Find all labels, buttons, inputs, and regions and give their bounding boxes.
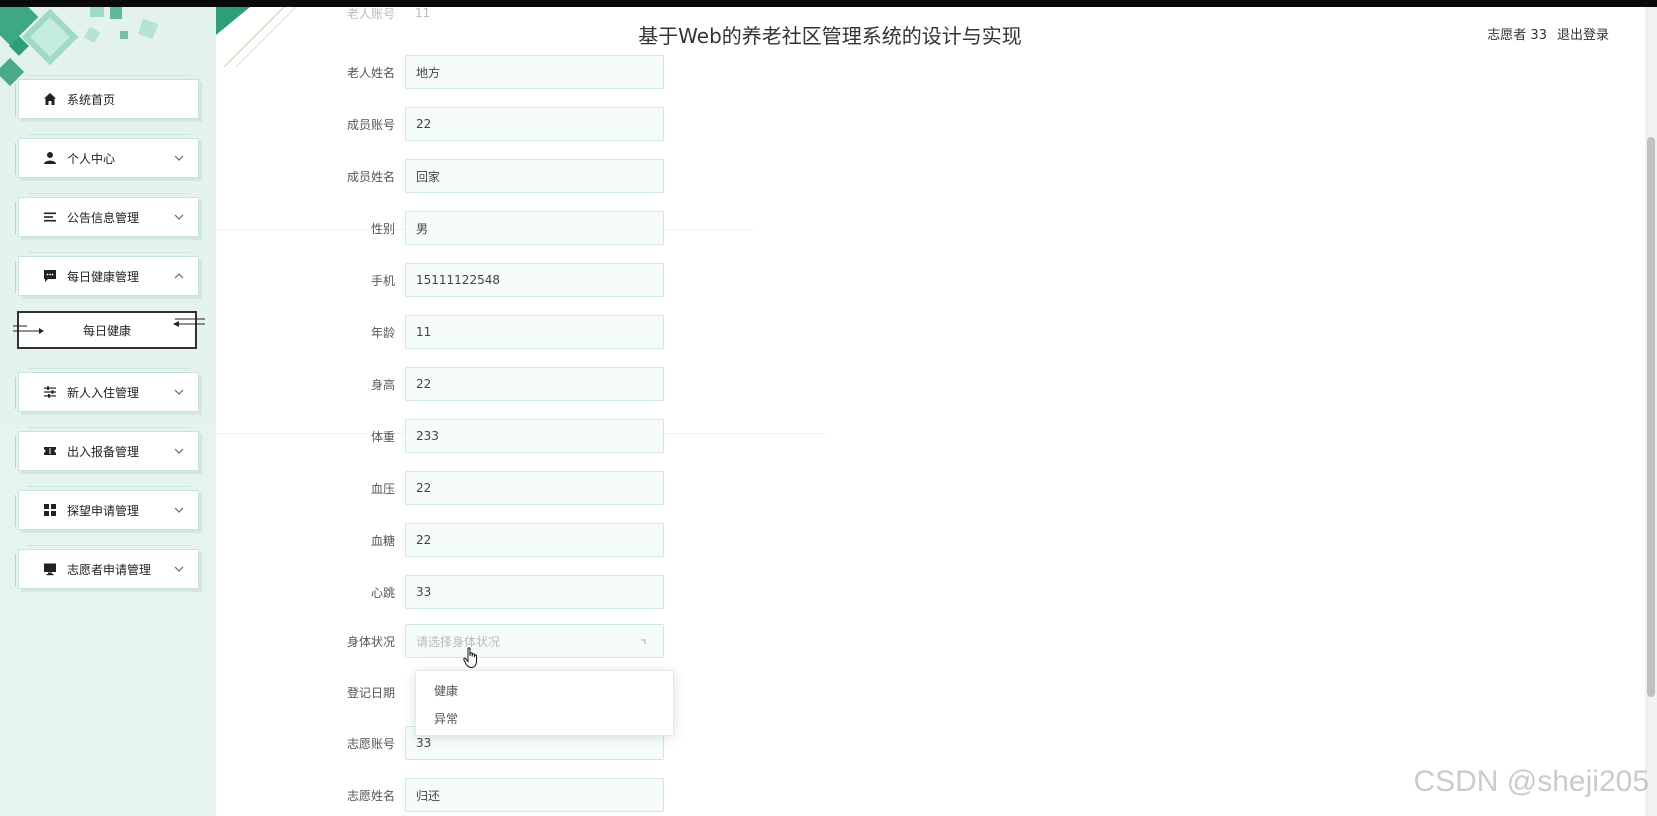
form-input[interactable]: 233 — [405, 419, 664, 453]
person-icon — [44, 152, 56, 164]
sidebar-subitem-label: 每日健康 — [82, 323, 131, 338]
form-label: 身体状况 — [346, 634, 395, 649]
elder-account-field[interactable]: 11 — [405, 2, 664, 24]
header-stripe-decoration — [216, 7, 296, 67]
sidebar-item-new-resident-management[interactable]: 新人入住管理 — [15, 368, 199, 412]
form-row: 身高 22 — [330, 367, 675, 401]
form-input[interactable]: 回家 — [405, 159, 664, 193]
logout-button[interactable]: 退出登录 — [1557, 24, 1609, 43]
window-top-bar — [0, 0, 1657, 7]
form-input[interactable]: 15111122548 — [405, 263, 664, 297]
health-status-placeholder: 请选择身体状况 — [416, 634, 501, 649]
form-row: 体重 233 — [330, 419, 675, 453]
health-status-dropdown: 健康 异常 — [415, 670, 674, 736]
form-label: 登记日期 — [346, 685, 395, 700]
form-row: 性别男 — [330, 211, 675, 245]
arrow-left-icon — [173, 318, 205, 327]
sidebar-item-label: 系统首页 — [67, 92, 116, 107]
sliders-icon — [44, 386, 56, 398]
chevron-down-icon — [174, 214, 184, 220]
chat-icon — [44, 270, 56, 282]
form-label: 年龄 — [370, 325, 395, 340]
sidebar-item-volunteer-application-management[interactable]: 志愿者申请管理 — [15, 545, 199, 589]
chevron-down-icon — [174, 566, 184, 572]
chevron-down-icon — [174, 448, 184, 454]
sidebar-item-home[interactable]: 系统首页 — [15, 75, 199, 119]
sidebar-item-label: 志愿者申请管理 — [67, 562, 152, 577]
form-row: 血糖 22 — [330, 523, 675, 557]
form-row: 成员姓名 回家 — [330, 159, 675, 193]
form-row: 手机 15111122548 — [330, 263, 675, 297]
form-input[interactable]: 22 — [405, 523, 664, 557]
form-row: 成员账号 22 — [330, 107, 675, 141]
sidebar-item-notice-management[interactable]: 公告信息管理 — [15, 193, 199, 237]
form-input[interactable]: 33 — [405, 575, 664, 609]
form-label: 成员姓名 — [346, 169, 395, 184]
form-row-health-status: 身体状况 请选择身体状况 — [330, 624, 675, 658]
list-icon — [44, 212, 56, 222]
form-input[interactable]: 男 — [405, 211, 664, 245]
form-label: 老人姓名 — [346, 65, 395, 80]
grid-icon — [44, 504, 56, 516]
sidebar-item-label: 每日健康管理 — [67, 269, 140, 284]
page-scrollbar[interactable] — [1645, 7, 1657, 816]
form-input[interactable]: 11 — [405, 315, 664, 349]
form-input[interactable]: 22 — [405, 367, 664, 401]
watermark: CSDN @sheji205 — [1413, 765, 1649, 798]
user-area: 志愿者 33 退出登录 — [1487, 24, 1609, 43]
monitor-icon — [44, 563, 56, 576]
sidebar-item-label: 探望申请管理 — [67, 503, 140, 518]
ticket-icon — [44, 447, 56, 455]
form-input[interactable]: 22 — [405, 107, 664, 141]
sidebar-item-access-report-management[interactable]: 出入报备管理 — [15, 427, 199, 471]
form-label: 心跳 — [370, 585, 395, 600]
form-label: 志愿姓名 — [346, 788, 395, 803]
chevron-down-icon — [174, 389, 184, 395]
sidebar-item-label: 出入报备管理 — [67, 444, 140, 459]
chevron-up-icon — [641, 639, 646, 644]
form-row: 老人姓名 地方 — [330, 55, 675, 89]
form-row: 心跳 33 — [330, 575, 675, 609]
sidebar-item-label: 个人中心 — [67, 151, 116, 166]
form-input[interactable]: 地方 — [405, 55, 664, 89]
sidebar-item-label: 公告信息管理 — [67, 210, 140, 225]
volunteer-name-field[interactable]: 归还 — [405, 778, 664, 812]
sidebar-subitem-daily-health[interactable]: 每日健康 — [13, 311, 205, 349]
health-status-select[interactable]: 请选择身体状况 — [405, 624, 664, 658]
sidebar-item-personal-center[interactable]: 个人中心 — [15, 134, 199, 178]
form-label: 成员账号 — [346, 117, 395, 132]
form-row-volunteer-name: 志愿姓名 归还 — [330, 778, 675, 812]
scrollbar-thumb[interactable] — [1647, 137, 1655, 697]
arrow-right-icon — [13, 325, 44, 334]
form-label: 血糖 — [370, 533, 395, 548]
page-title: 基于Web的养老社区管理系统的设计与实现 — [638, 24, 1022, 48]
chevron-down-icon — [174, 507, 184, 513]
form-label: 性别 — [370, 221, 395, 236]
form-label: 手机 — [370, 273, 395, 288]
form-row-elder-account: 老人账号 11 — [330, 2, 675, 24]
form-row: 年龄 11 — [330, 315, 675, 349]
current-user-label: 志愿者 33 — [1487, 28, 1547, 43]
sidebar-item-label: 新人入住管理 — [67, 385, 140, 400]
sidebar-item-daily-health-management[interactable]: 每日健康管理 — [15, 252, 199, 296]
dropdown-option-abnormal[interactable]: 异常 — [416, 705, 673, 733]
form-label: 老人账号 — [346, 6, 395, 21]
hand-cursor-icon — [463, 647, 477, 669]
form-label: 志愿账号 — [346, 736, 395, 751]
dropdown-option-healthy[interactable]: 健康 — [416, 677, 673, 705]
chevron-up-icon — [174, 273, 184, 279]
sidebar-item-visit-application-management[interactable]: 探望申请管理 — [15, 486, 199, 530]
home-icon — [44, 93, 56, 105]
form-row: 血压 22 — [330, 471, 675, 505]
form-label: 身高 — [370, 377, 395, 392]
form-label: 血压 — [370, 481, 395, 496]
chevron-down-icon — [174, 155, 184, 161]
form-input[interactable]: 22 — [405, 471, 664, 505]
form-label: 体重 — [370, 429, 395, 444]
